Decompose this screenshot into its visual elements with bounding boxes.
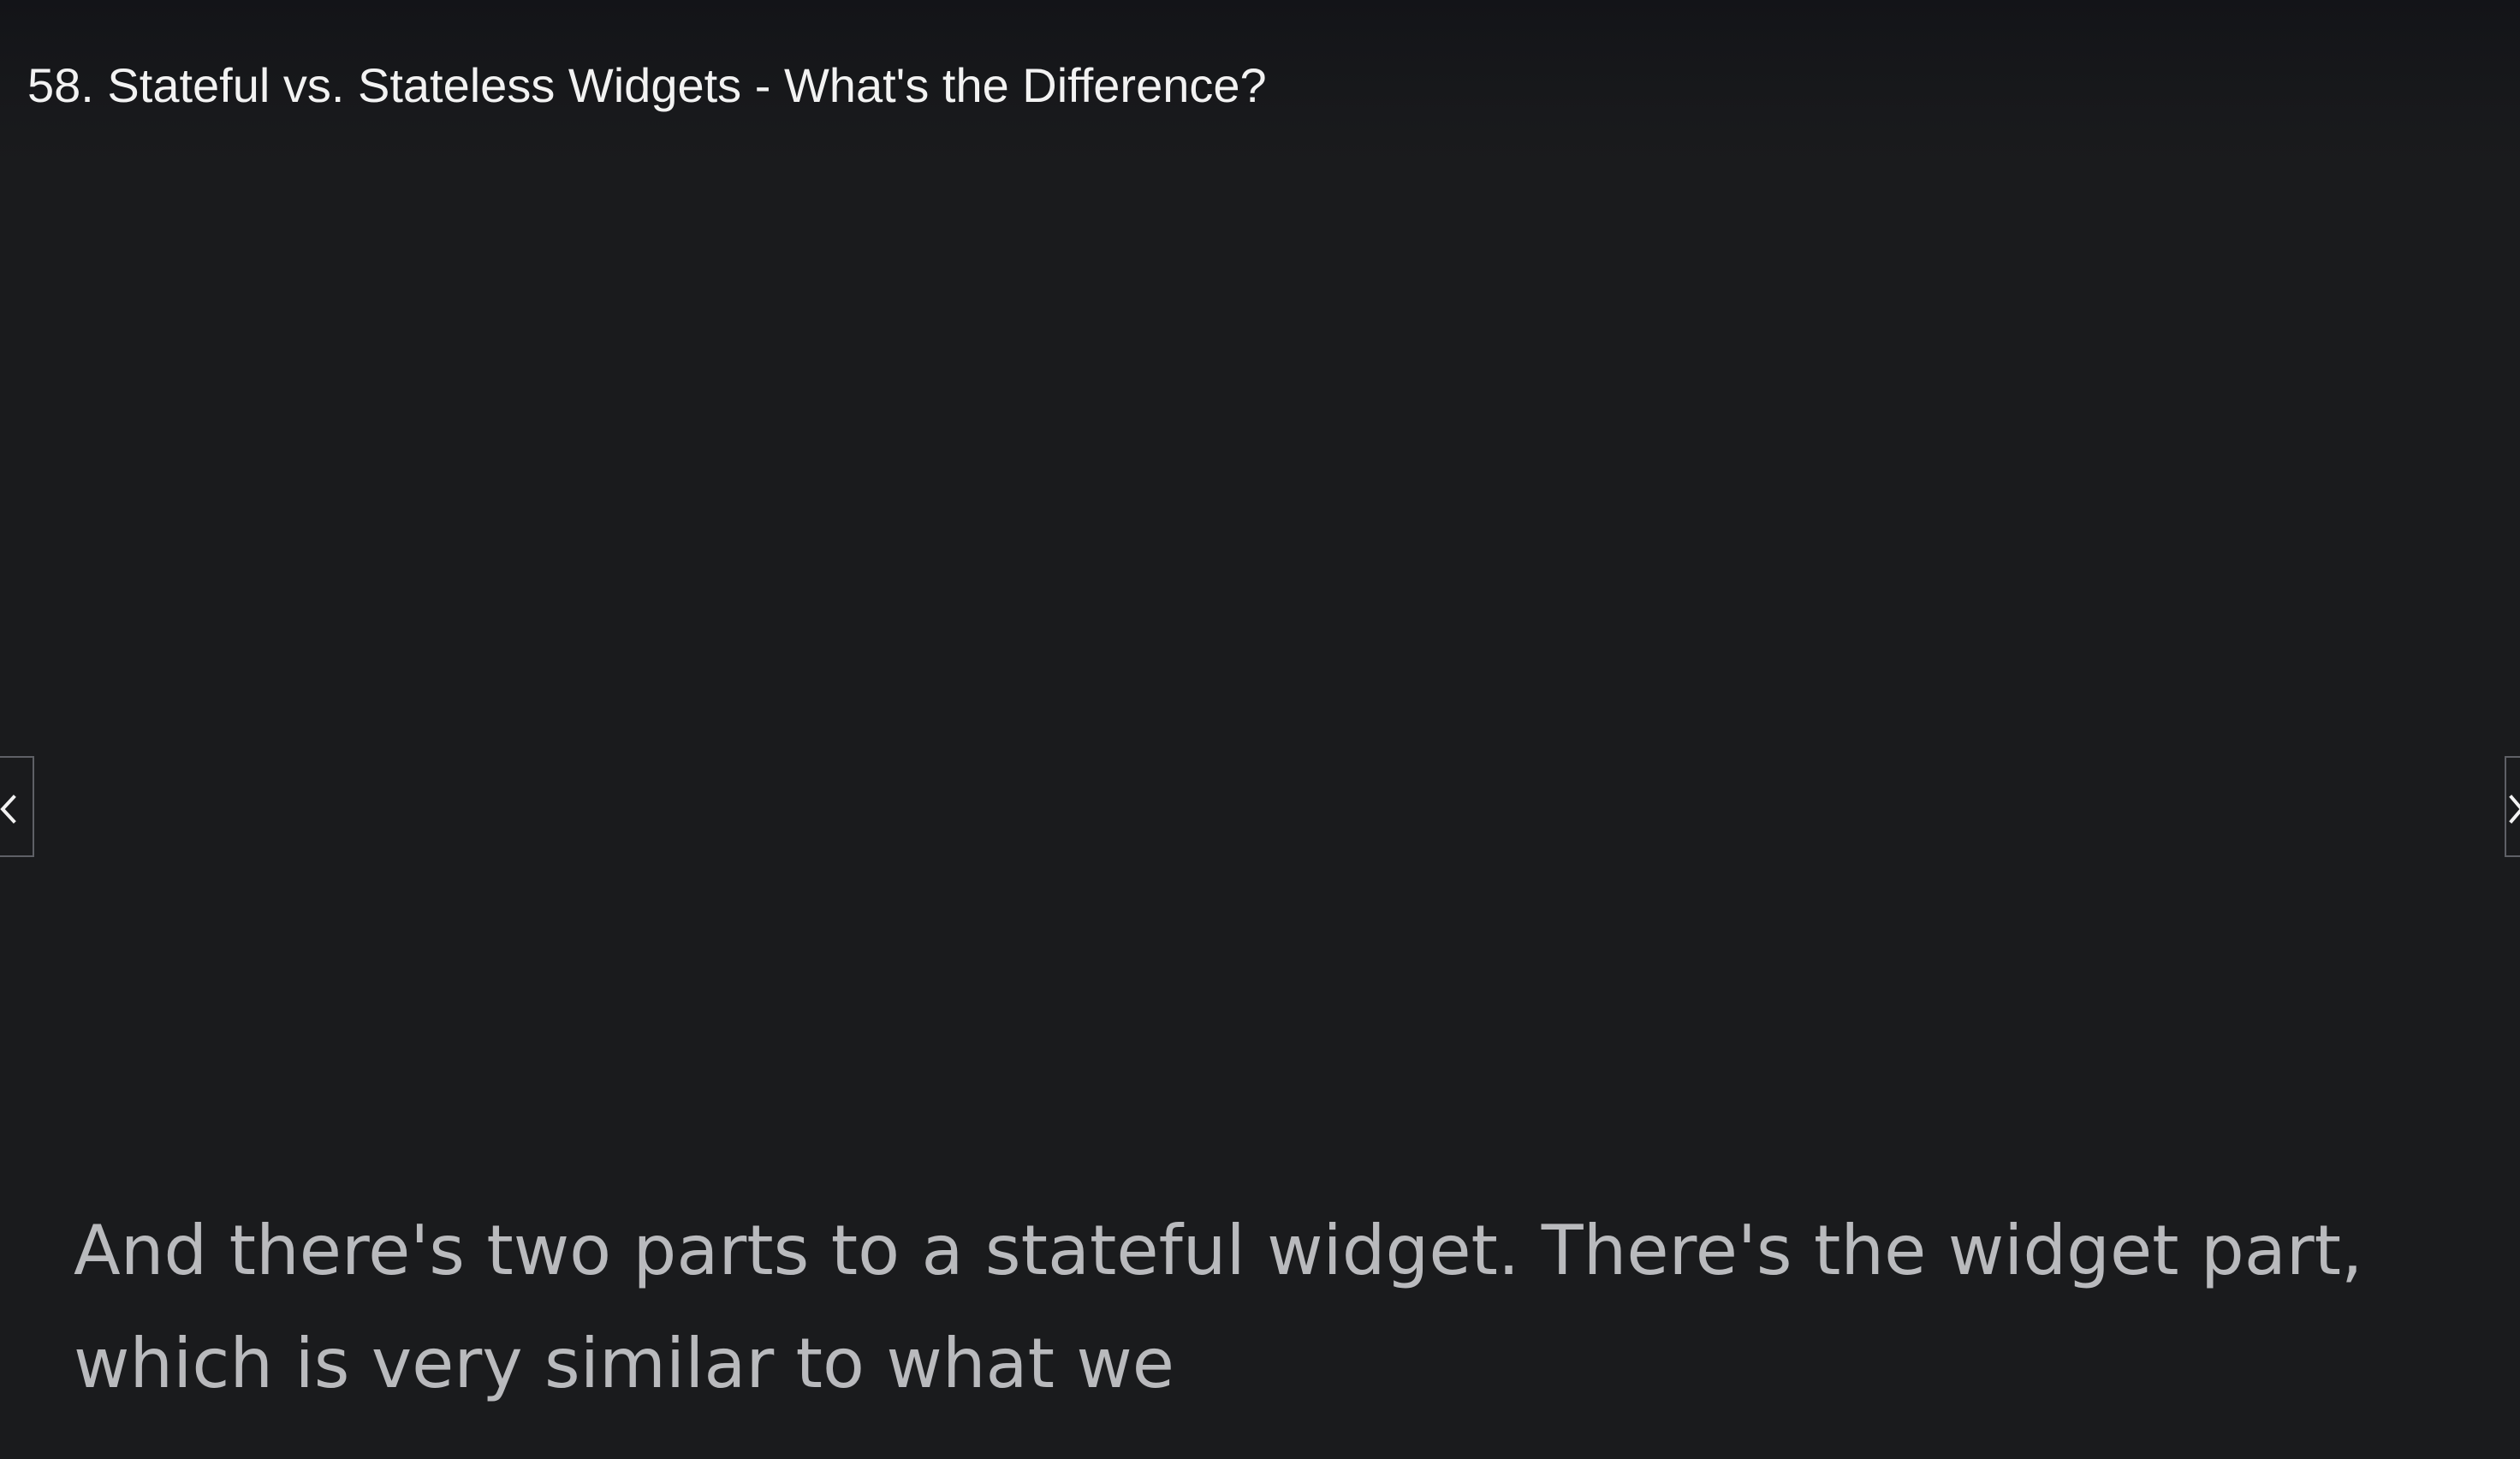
lecture-title: 58. Stateful vs. Stateless Widgets - Wha… — [27, 58, 1267, 112]
next-lecture-button[interactable] — [2505, 756, 2520, 857]
caption-line-1: And there's two parts to a stateful widg… — [74, 1211, 2363, 1290]
caption-line-2: which is very similar to what we — [74, 1324, 1175, 1403]
video-player[interactable]: 58. Stateful vs. Stateless Widgets - Wha… — [0, 0, 2520, 1459]
caption-text: And there's two parts to a stateful widg… — [74, 1194, 2453, 1420]
previous-lecture-button[interactable] — [0, 756, 34, 857]
